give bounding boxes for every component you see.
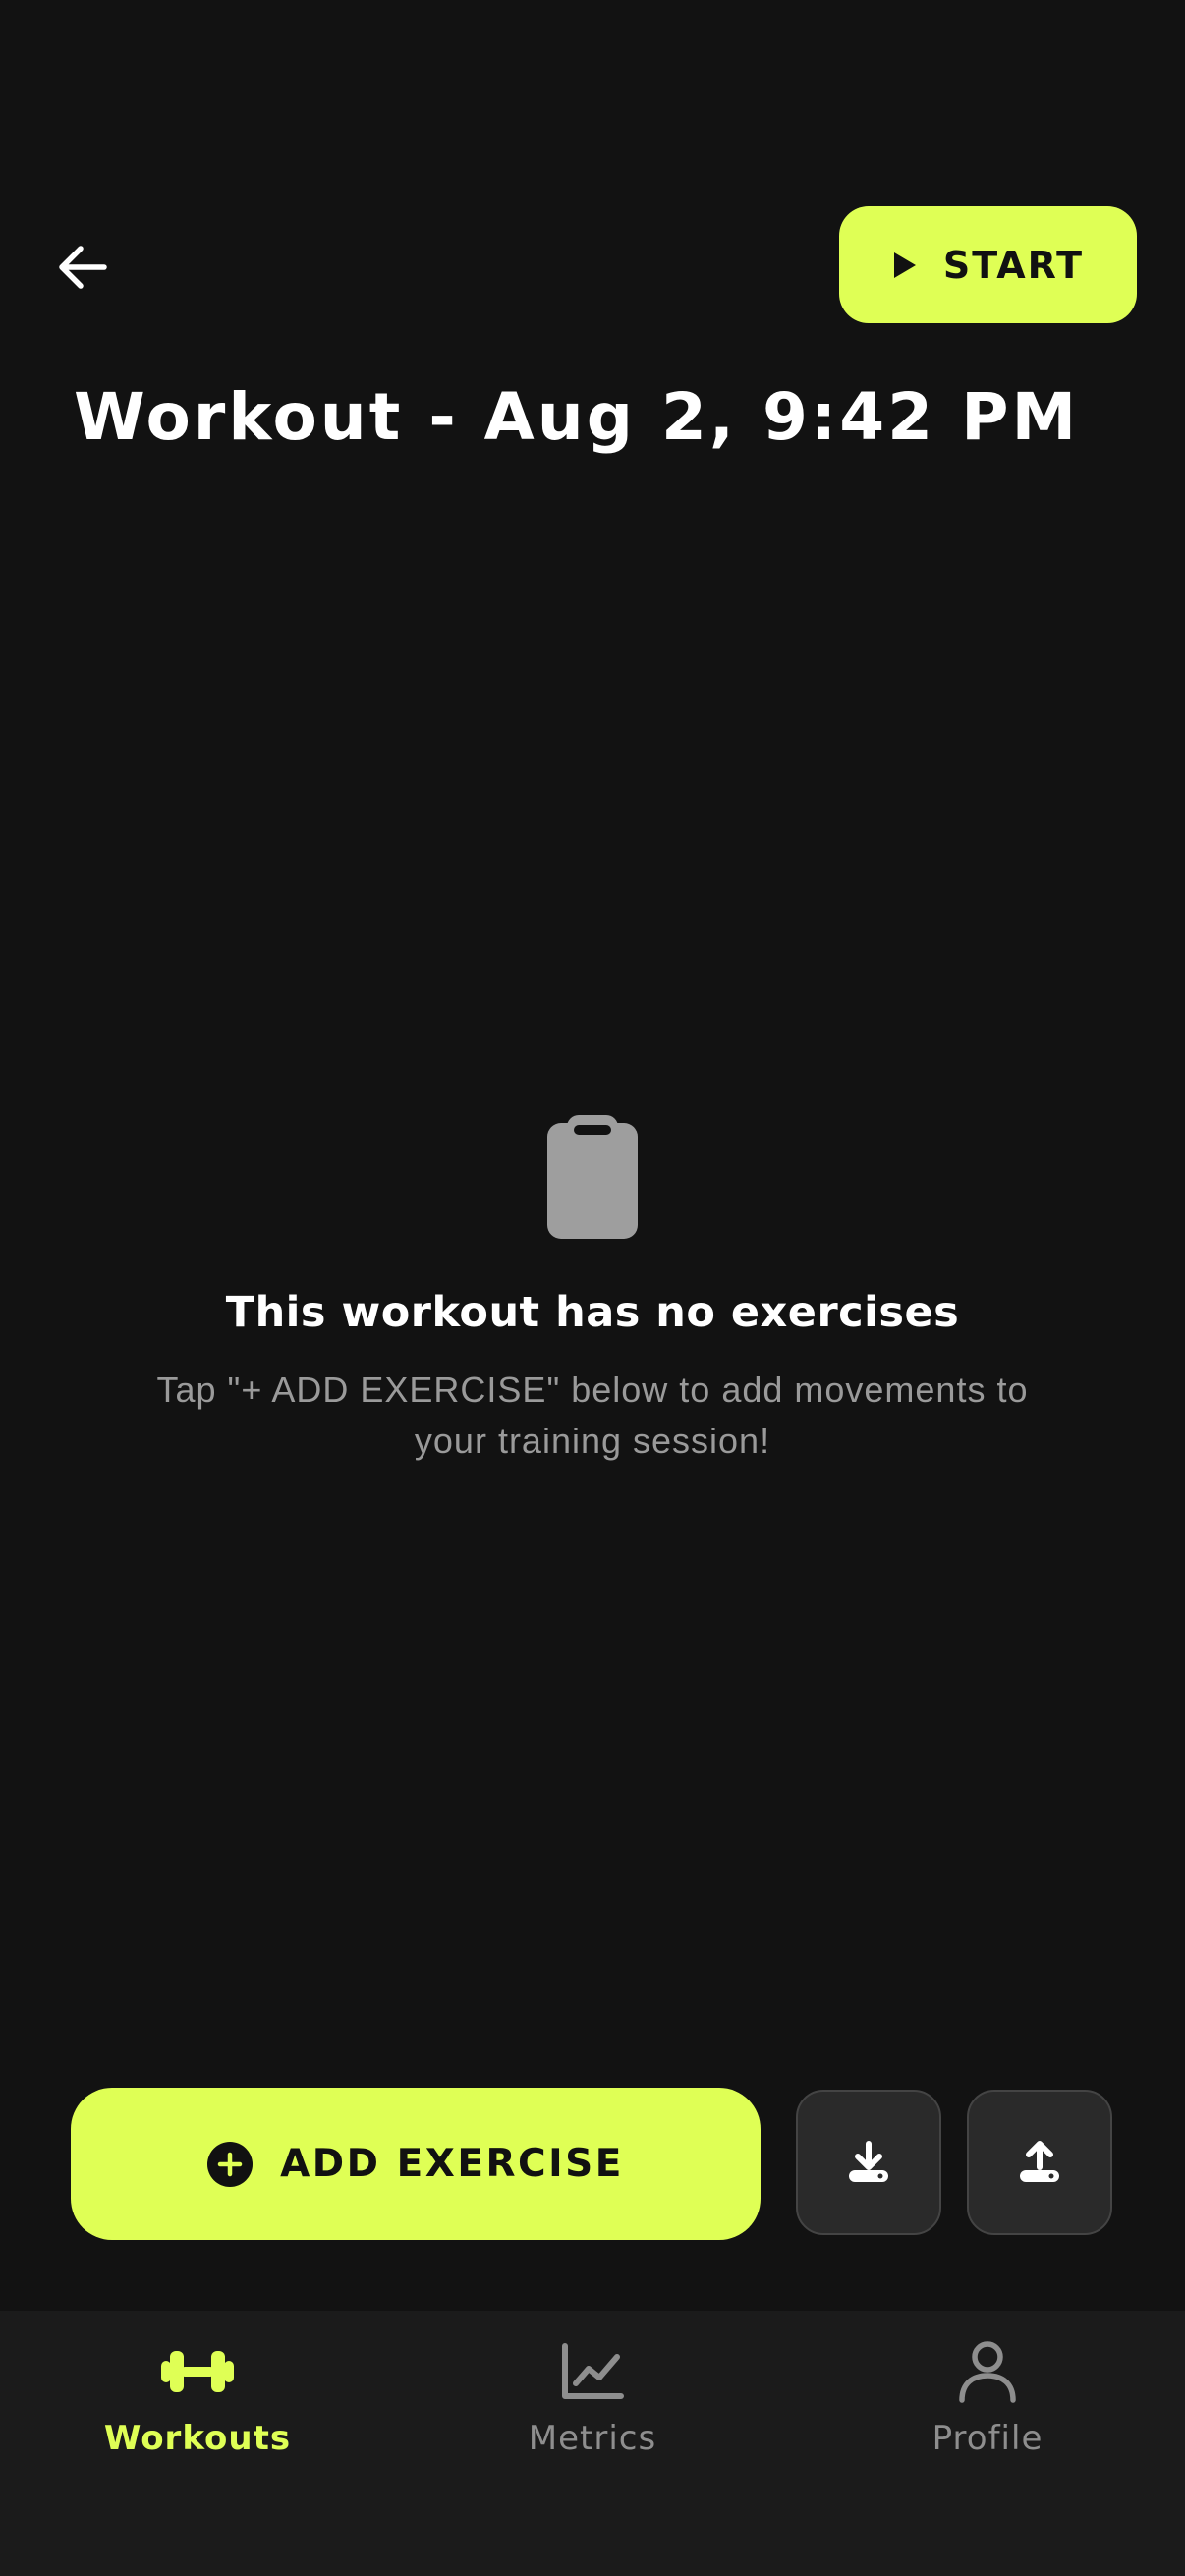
export-button[interactable]	[967, 2090, 1112, 2235]
start-button[interactable]: START	[839, 206, 1137, 323]
add-exercise-label: ADD EXERCISE	[280, 2142, 624, 2186]
import-button[interactable]	[796, 2090, 941, 2235]
back-button[interactable]	[51, 236, 114, 299]
upload-icon	[1020, 2141, 1059, 2182]
nav-label-workouts: Workouts	[103, 2419, 292, 2458]
nav-item-metrics[interactable]: Metrics	[395, 2311, 790, 2488]
start-button-label: START	[942, 243, 1085, 287]
clipboard-icon	[547, 1115, 638, 1239]
empty-state-subtitle: Tap "+ ADD EXERCISE" below to add moveme…	[156, 1370, 1029, 1461]
dumbbell-icon	[161, 2351, 234, 2392]
page-title: Workout - Aug 2, 9:42 PM	[74, 379, 1080, 455]
plus-circle-icon	[207, 2141, 254, 2187]
empty-state: This workout has no exercises Tap "+ ADD…	[0, 1115, 1185, 1467]
add-exercise-button[interactable]: ADD EXERCISE	[71, 2088, 761, 2240]
nav-label-profile: Profile	[931, 2419, 1044, 2458]
person-icon	[959, 2341, 1016, 2403]
download-icon	[849, 2141, 888, 2182]
arrow-left-icon	[59, 246, 107, 289]
nav-label-metrics: Metrics	[528, 2419, 657, 2458]
empty-state-title: This workout has no exercises	[225, 1288, 960, 1337]
bottom-nav: Workouts Metrics Profile	[0, 2311, 1185, 2576]
play-icon	[893, 252, 916, 278]
nav-item-workouts[interactable]: Workouts	[0, 2311, 395, 2488]
nav-item-profile[interactable]: Profile	[790, 2311, 1185, 2488]
chart-line-icon	[562, 2343, 624, 2399]
